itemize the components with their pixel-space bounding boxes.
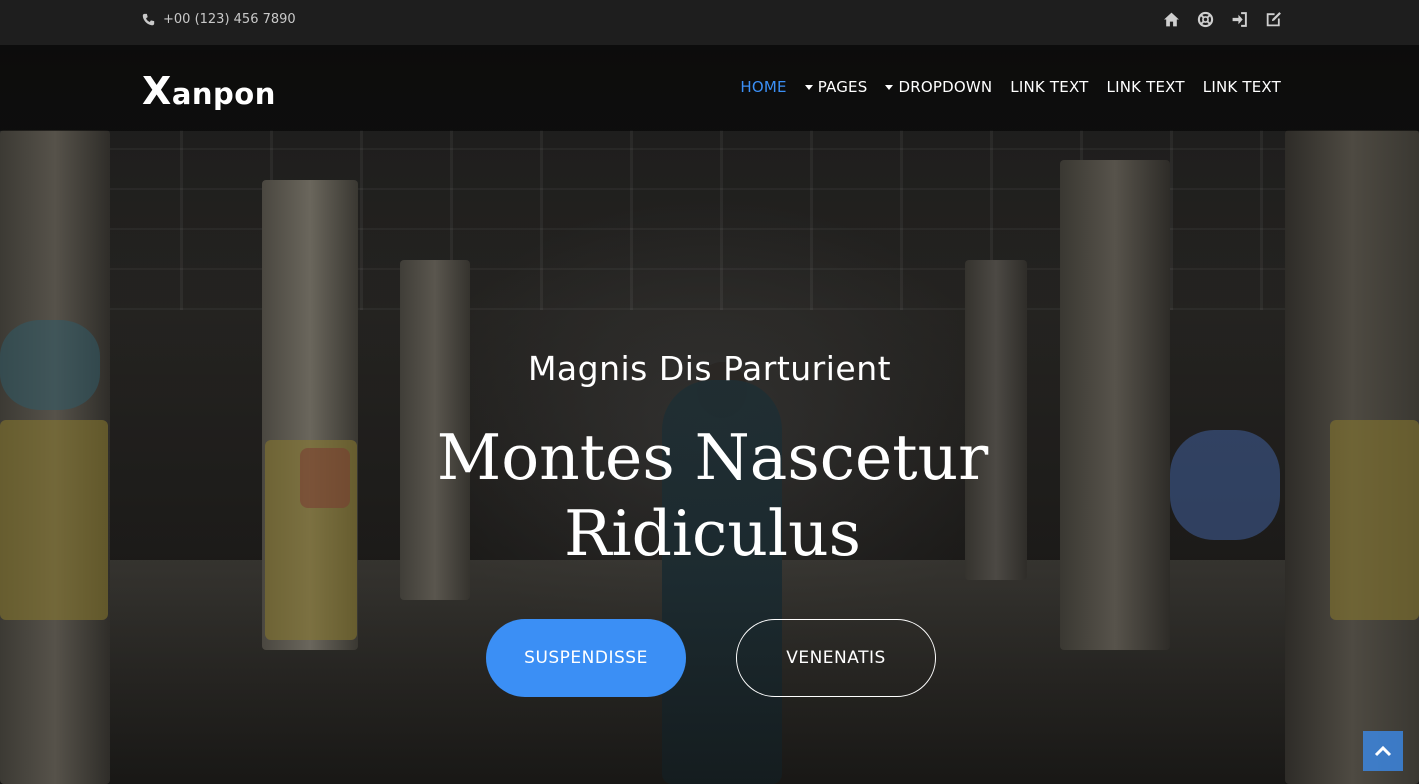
nav-item-home[interactable]: HOME	[740, 78, 786, 96]
nav-item-dropdown[interactable]: DROPDOWN	[885, 78, 992, 96]
phone-number: +00 (123) 456 7890	[163, 12, 296, 27]
caret-down-icon	[804, 84, 813, 90]
home-icon[interactable]	[1163, 11, 1180, 28]
venenatis-button[interactable]: VENENATIS	[736, 619, 936, 697]
hero-ceiling	[0, 130, 1419, 310]
hero-title-line-1: Montes Nascetur	[436, 421, 989, 494]
brand-logo[interactable]: Xanpon	[142, 69, 276, 113]
nav-item-link-2[interactable]: LINK TEXT	[1107, 78, 1185, 96]
top-bar: +00 (123) 456 7890	[0, 0, 1419, 45]
main-navbar: Xanpon HOME PAGES DROPDOWN LINK TEXT LIN…	[0, 45, 1419, 131]
nav-item-label: LINK TEXT	[1202, 78, 1281, 96]
phone-icon	[142, 13, 155, 26]
life-ring-icon[interactable]	[1197, 11, 1214, 28]
nav-item-label: LINK TEXT	[1010, 78, 1089, 96]
suspendisse-button[interactable]: SUSPENDISSE	[486, 619, 686, 697]
nav-item-label: HOME	[740, 78, 787, 96]
nav-item-label: PAGES	[817, 78, 868, 96]
hero-subtitle: Magnis Dis Parturient	[527, 349, 892, 388]
scroll-to-top-button[interactable]	[1363, 731, 1403, 771]
nav-item-pages[interactable]: PAGES	[804, 78, 868, 96]
top-bar-icons	[1163, 11, 1282, 28]
nav-menu: HOME PAGES DROPDOWN LINK TEXT LINK TEXT …	[740, 78, 1281, 96]
brand-logo-rest: anpon	[171, 77, 276, 111]
nav-item-label: DROPDOWN	[898, 78, 993, 96]
chevron-up-icon	[1374, 745, 1392, 757]
nav-item-label: LINK TEXT	[1106, 78, 1185, 96]
caret-down-icon	[885, 84, 894, 90]
edit-icon[interactable]	[1265, 11, 1282, 28]
brand-logo-initial: X	[142, 69, 172, 113]
nav-item-link-3[interactable]: LINK TEXT	[1203, 78, 1281, 96]
nav-item-link-1[interactable]: LINK TEXT	[1010, 78, 1088, 96]
sign-in-icon[interactable]	[1231, 11, 1248, 28]
pillar-right	[1060, 160, 1170, 650]
hero-title-line-2: Ridiculus	[564, 497, 861, 570]
phone-contact[interactable]: +00 (123) 456 7890	[142, 12, 296, 27]
hero-title: Montes Nascetur Ridiculus	[0, 420, 1419, 572]
